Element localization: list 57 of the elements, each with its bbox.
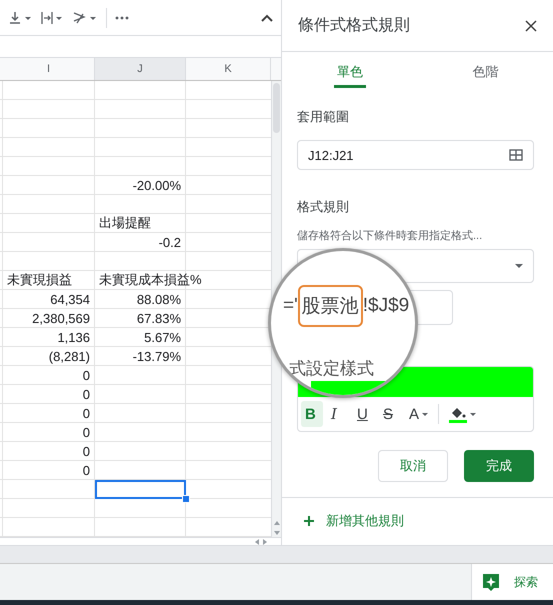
table-cell-text: 0	[82, 462, 91, 478]
add-rule-link[interactable]: 新增其他規則	[326, 512, 404, 530]
panel-title: 條件式格式規則	[298, 16, 410, 36]
plus-icon[interactable]	[304, 516, 314, 526]
table-cell-text: 0	[82, 444, 91, 458]
table-cell-text: 0	[82, 424, 91, 440]
table-cell-text: 2,380,569	[31, 310, 91, 326]
tab[interactable]: 色階	[418, 52, 553, 92]
close-icon[interactable]	[525, 20, 537, 32]
caret-icon	[422, 412, 428, 416]
section-label: 套用範圍	[297, 108, 350, 126]
dropdown-caret-icon[interactable]	[515, 264, 523, 268]
italic-button[interactable]: I	[327, 401, 349, 427]
scroll-right-icon[interactable]	[263, 538, 267, 544]
range-field[interactable]: J12:J21	[297, 140, 534, 170]
magnified-text: ='	[283, 294, 298, 318]
collapse-icon[interactable]	[261, 14, 273, 22]
tab[interactable]: 單色	[282, 52, 418, 92]
hint-text: 儲存格符合以下條件時套用指定格式...	[297, 228, 484, 243]
highlighted-text: 股票池	[298, 285, 363, 327]
table-cell-text: 1,136	[56, 330, 91, 344]
table-cell-text: -13.79%	[132, 348, 182, 364]
fill-bucket-icon	[449, 405, 468, 423]
cancel-button[interactable]: 取消	[378, 450, 448, 482]
magnified-text: !$J$9	[362, 294, 410, 318]
section-label: 格式規則	[297, 198, 350, 216]
text-rotate-icon[interactable]	[72, 10, 98, 24]
table-cell-text: 5.67%	[143, 330, 182, 344]
table-cell-text: 未實現成本損益%	[98, 271, 203, 289]
done-button[interactable]: 完成	[464, 450, 534, 482]
scroll-left-icon[interactable]	[255, 538, 259, 544]
table-cell-text: 67.83%	[136, 310, 182, 326]
table-cell-text: 0	[82, 368, 91, 382]
text-color-button[interactable]: A	[405, 401, 432, 427]
column-header[interactable]: J	[95, 58, 186, 80]
bold-button[interactable]: B	[301, 401, 323, 427]
text-wrap-icon[interactable]	[40, 10, 64, 24]
range-value: J12:J21	[308, 148, 354, 162]
table-cell-text: 64,354	[49, 292, 91, 306]
table-cell-text: 出場提醒	[98, 214, 152, 232]
column-header[interactable]: K	[186, 58, 271, 80]
table-cell-text: -0.2	[158, 234, 182, 250]
explore-icon	[482, 572, 500, 592]
explore-button[interactable]: 探索	[471, 564, 553, 600]
grid-select-icon[interactable]	[509, 149, 523, 161]
table-cell-text: 0	[82, 406, 91, 420]
align-bottom-icon[interactable]	[8, 10, 32, 24]
caret-icon	[470, 412, 476, 416]
more-icon[interactable]	[115, 16, 129, 20]
table-cell-text: 0	[82, 386, 91, 402]
table-cell-text: 未實現損益	[6, 271, 73, 289]
table-cell-text: 88.08%	[136, 292, 182, 306]
underline-button[interactable]: U	[353, 401, 375, 427]
strikethrough-button[interactable]: S	[379, 401, 401, 427]
magnified-label: 式設定樣式	[289, 358, 374, 380]
table-cell-text: (8,281)	[48, 348, 91, 364]
table-cell-text: -20.00%	[132, 178, 182, 192]
